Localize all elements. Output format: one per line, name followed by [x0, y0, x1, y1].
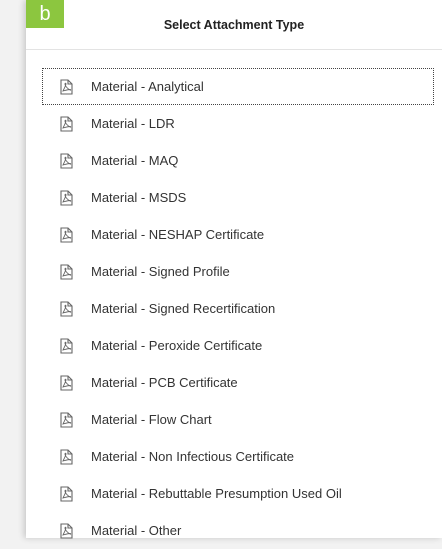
list-item-analytical[interactable]: Material - Analytical — [42, 68, 434, 105]
pdf-file-icon — [60, 263, 73, 280]
list-item-label: Material - NESHAP Certificate — [91, 227, 265, 242]
list-item-label: Material - Non Infectious Certificate — [91, 449, 295, 464]
list-item-label: Material - PCB Certificate — [91, 375, 238, 390]
list-item-msds[interactable]: Material - MSDS — [42, 179, 434, 216]
attachment-type-list: Material - Analytical Material - LDR Mat… — [26, 68, 442, 549]
list-item-maq[interactable]: Material - MAQ — [42, 142, 434, 179]
list-item-pcb-certificate[interactable]: Material - PCB Certificate — [42, 364, 434, 401]
list-item-label: Material - MSDS — [91, 190, 187, 205]
list-item-ldr[interactable]: Material - LDR — [42, 105, 434, 142]
list-item-label: Material - Signed Profile — [91, 264, 230, 279]
list-item-label: Material - Flow Chart — [91, 412, 212, 427]
panel-title: Select Attachment Type — [163, 18, 305, 32]
list-item-signed-profile[interactable]: Material - Signed Profile — [42, 253, 434, 290]
list-item-non-infectious-certificate[interactable]: Material - Non Infectious Certificate — [42, 438, 434, 475]
pdf-file-icon — [60, 78, 73, 95]
list-item-label: Material - Analytical — [91, 79, 204, 94]
list-item-label: Material - Rebuttable Presumption Used O… — [91, 486, 342, 501]
pdf-file-icon — [60, 300, 73, 317]
list-item-label: Material - Peroxide Certificate — [91, 338, 263, 353]
pdf-file-icon — [60, 115, 73, 132]
list-item-rebuttable-presumption-used-oil[interactable]: Material - Rebuttable Presumption Used O… — [42, 475, 434, 512]
pdf-file-icon — [60, 374, 73, 391]
pdf-file-icon — [60, 485, 73, 502]
list-item-label: Material - Other — [91, 523, 182, 538]
list-item-flow-chart[interactable]: Material - Flow Chart — [42, 401, 434, 438]
pdf-file-icon — [60, 522, 73, 539]
pdf-file-icon — [60, 152, 73, 169]
pdf-file-icon — [60, 448, 73, 465]
list-item-other[interactable]: Material - Other — [42, 512, 434, 549]
list-item-label: Material - Signed Recertification — [91, 301, 276, 316]
pdf-file-icon — [60, 226, 73, 243]
pdf-file-icon — [60, 411, 73, 428]
list-item-neshap-certificate[interactable]: Material - NESHAP Certificate — [42, 216, 434, 253]
list-item-label: Material - MAQ — [91, 153, 179, 168]
list-item-signed-recertification[interactable]: Material - Signed Recertification — [42, 290, 434, 327]
attachment-type-panel: Select Attachment Type Material - Analyt… — [26, 0, 442, 539]
list-item-peroxide-certificate[interactable]: Material - Peroxide Certificate — [42, 327, 434, 364]
panel-header: Select Attachment Type — [26, 0, 442, 50]
pdf-file-icon — [60, 337, 73, 354]
section-badge: b — [26, 0, 64, 28]
list-item-label: Material - LDR — [91, 116, 175, 131]
pdf-file-icon — [60, 189, 73, 206]
